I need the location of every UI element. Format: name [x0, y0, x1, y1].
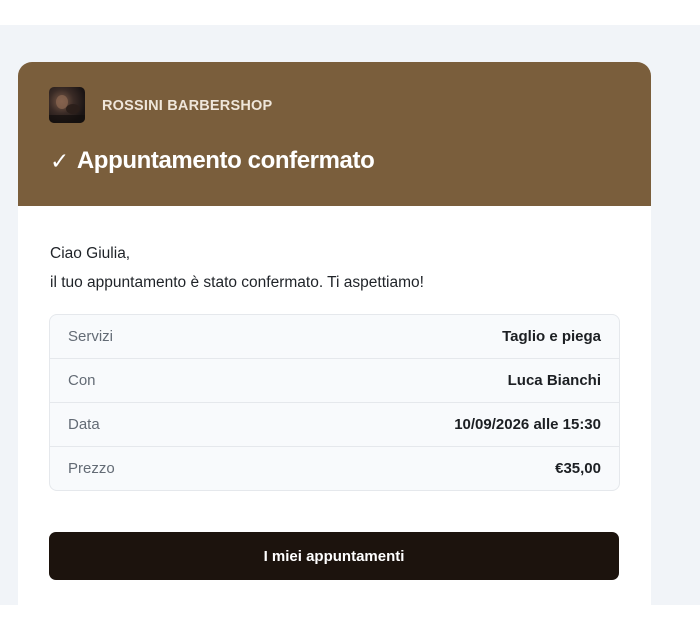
- greeting-line: Ciao Giulia,: [50, 245, 131, 262]
- greeting-message: Ciao Giulia, il tuo appuntamento è stato…: [50, 239, 424, 297]
- checkmark-icon: ✓: [50, 147, 69, 174]
- card-header: ROSSINI BARBERSHOP ✓ Appuntamento confer…: [18, 62, 651, 206]
- confirmation-card: ROSSINI BARBERSHOP ✓ Appuntamento confer…: [18, 62, 651, 605]
- brand-name: ROSSINI BARBERSHOP: [102, 98, 273, 114]
- confirmation-line: il tuo appuntamento è stato confermato. …: [50, 274, 424, 291]
- my-appointments-button[interactable]: I miei appuntamenti: [49, 532, 619, 580]
- detail-row-servizi: Servizi Taglio e piega: [50, 315, 619, 359]
- detail-row-data: Data 10/09/2026 alle 15:30: [50, 403, 619, 447]
- detail-row-con: Con Luca Bianchi: [50, 359, 619, 403]
- detail-label: Prezzo: [68, 460, 115, 477]
- appointment-details: Servizi Taglio e piega Con Luca Bianchi …: [49, 314, 620, 491]
- detail-value: €35,00: [555, 460, 601, 477]
- detail-label: Servizi: [68, 328, 114, 345]
- detail-value: Taglio e piega: [502, 328, 601, 345]
- detail-value: Luca Bianchi: [507, 372, 601, 389]
- barbershop-logo: [49, 87, 85, 123]
- page-title: ✓ Appuntamento confermato: [50, 147, 375, 175]
- detail-label: Con: [68, 372, 96, 389]
- detail-value: 10/09/2026 alle 15:30: [454, 416, 601, 433]
- detail-label: Data: [68, 416, 100, 433]
- title-text: Appuntamento confermato: [76, 147, 375, 174]
- detail-row-prezzo: Prezzo €35,00: [50, 447, 619, 490]
